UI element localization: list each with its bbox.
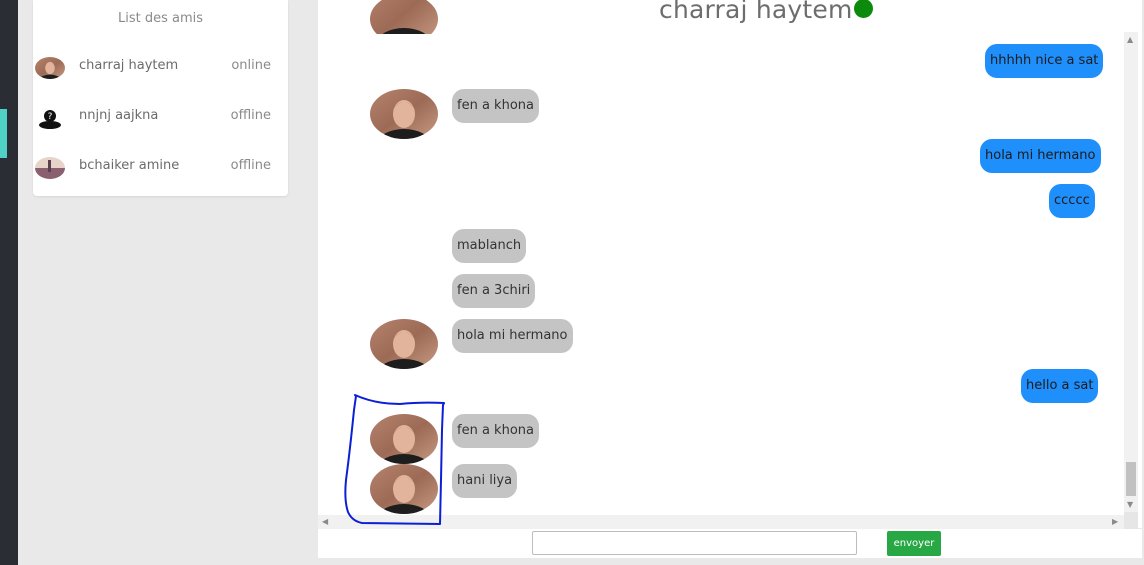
contact-avatar-icon bbox=[370, 464, 438, 514]
scroll-up-arrow-icon[interactable]: ▲ bbox=[1127, 36, 1133, 44]
chat-contact-name: charraj haytem bbox=[659, 0, 853, 24]
message-bubble-incoming: hani liya bbox=[452, 464, 518, 498]
message-bubble-incoming: fen a 3chiri bbox=[452, 274, 536, 308]
send-button[interactable]: envoyer bbox=[887, 531, 941, 556]
app-left-rail bbox=[0, 0, 18, 565]
contact-avatar-icon bbox=[370, 89, 438, 139]
message-bubble-outgoing: ccccc bbox=[1049, 184, 1095, 218]
chat-vertical-scrollbar[interactable]: ▲ ▼ bbox=[1124, 32, 1138, 512]
friends-list-card: List des amis charraj haytem online ? nn… bbox=[33, 0, 288, 196]
scroll-left-arrow-icon[interactable]: ◀ bbox=[322, 518, 328, 526]
message-composer: envoyer bbox=[318, 529, 1142, 558]
message-bubble-incoming: fen a khona bbox=[452, 89, 539, 123]
message-bubble-incoming: hola mi hermano bbox=[452, 319, 573, 353]
message-input[interactable] bbox=[532, 531, 857, 555]
chat-horizontal-scrollbar[interactable]: ◀ ▶ bbox=[318, 515, 1124, 529]
friend-name: charraj haytem bbox=[79, 58, 179, 73]
friend-status: offline bbox=[230, 108, 271, 123]
friend-status: offline bbox=[230, 158, 271, 173]
chat-header: charraj haytem bbox=[659, 0, 873, 24]
friend-photo-avatar-icon bbox=[35, 57, 65, 79]
scroll-down-arrow-icon[interactable]: ▼ bbox=[1127, 501, 1133, 509]
scroll-right-arrow-icon[interactable]: ▶ bbox=[1112, 518, 1118, 526]
contact-avatar-icon bbox=[370, 0, 438, 44]
friend-name: nnjnj aajkna bbox=[79, 108, 159, 123]
friend-landscape-avatar-icon bbox=[35, 157, 65, 179]
friends-list-title: List des amis bbox=[117, 11, 204, 26]
friend-item-bchaiker-amine[interactable]: bchaiker amine offline bbox=[33, 148, 288, 188]
message-bubble-incoming: mablanch bbox=[452, 229, 527, 263]
friend-item-nnjnj-aajkna[interactable]: ? nnjnj aajkna offline bbox=[33, 98, 288, 138]
contact-avatar-icon bbox=[370, 319, 438, 369]
message-bubble-incoming: fen a khona bbox=[452, 414, 539, 448]
scrollbar-corner bbox=[1124, 512, 1138, 529]
message-bubble-outgoing: hhhhh nice a sat bbox=[985, 44, 1104, 78]
contact-avatar-icon bbox=[370, 414, 438, 464]
online-status-dot-icon bbox=[853, 0, 873, 18]
friend-item-charraj-haytem[interactable]: charraj haytem online bbox=[33, 48, 288, 88]
rail-active-indicator bbox=[0, 109, 7, 158]
chat-scroll-thumb[interactable] bbox=[1126, 462, 1136, 496]
chat-panel: charraj haytem hhhhh nice a sat fen a kh… bbox=[318, 0, 1142, 528]
friend-default-avatar-icon: ? bbox=[35, 107, 65, 129]
message-bubble-outgoing: hola mi hermano bbox=[980, 139, 1101, 173]
svg-text:?: ? bbox=[48, 112, 53, 122]
friend-status: online bbox=[231, 58, 271, 73]
friend-name: bchaiker amine bbox=[79, 158, 180, 173]
message-bubble-outgoing: hello a sat bbox=[1021, 369, 1099, 403]
